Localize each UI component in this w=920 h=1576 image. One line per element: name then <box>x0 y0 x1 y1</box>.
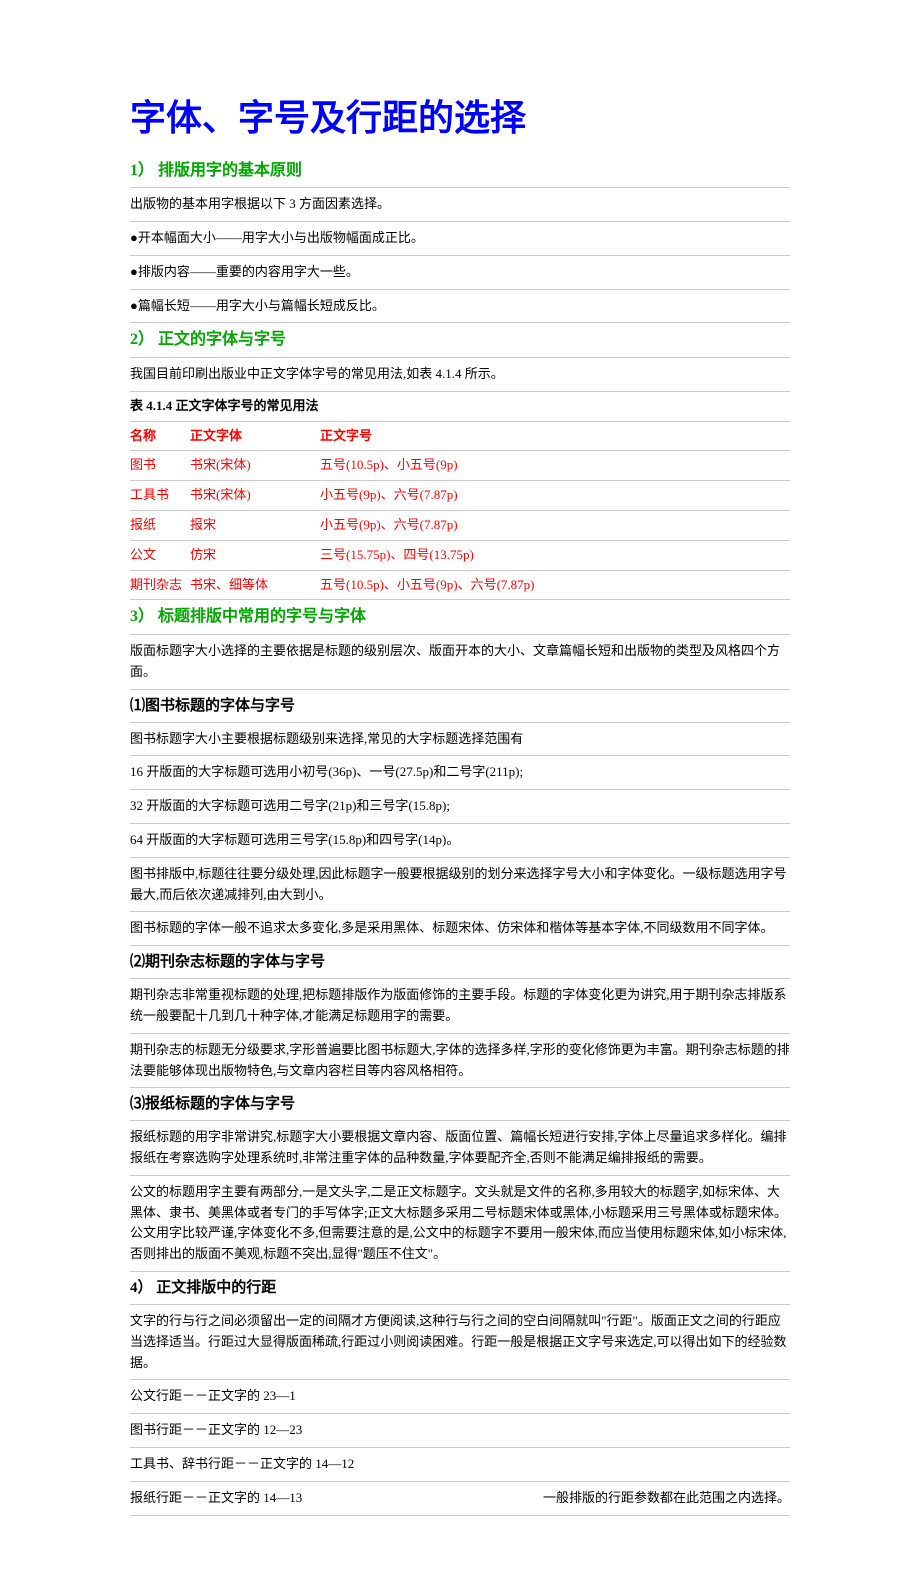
cell-name: 期刊杂志 <box>130 570 190 600</box>
th-font: 正文字体 <box>190 422 320 451</box>
cell-size: 小五号(9p)、六号(7.87p) <box>320 481 790 511</box>
section-1-bullet-3: ●篇幅长短——用字大小与篇幅长短成反比。 <box>130 290 790 324</box>
table-row: 工具书 书宋(宋体) 小五号(9p)、六号(7.87p) <box>130 481 790 511</box>
cell-name: 工具书 <box>130 481 190 511</box>
cell-size: 五号(10.5p)、小五号(9p)、六号(7.87p) <box>320 570 790 600</box>
section-1-bullet-2: ●排版内容——重要的内容用字大一些。 <box>130 256 790 290</box>
para: 图书标题字大小主要根据标题级别来选择,常见的大字标题选择范围有 <box>130 723 790 757</box>
section-4-heading: 4） 正文排版中的行距 <box>130 1272 790 1305</box>
section-3-heading: 3） 标题排版中常用的字号与字体 <box>130 600 790 635</box>
cell-size: 三号(15.75p)、四号(13.75p) <box>320 540 790 570</box>
section-2-heading: 2） 正文的字体与字号 <box>130 323 790 358</box>
para: 32 开版面的大字标题可选用二号字(21p)和三号字(15.8p); <box>130 790 790 824</box>
para: 图书排版中,标题往往要分级处理,因此标题字一般要根据级别的划分来选择字号大小和字… <box>130 858 790 913</box>
last-row: 报纸行距－－正文字的 14—13 一般排版的行距参数都在此范围之内选择。 <box>130 1482 790 1516</box>
section-1-intro: 出版物的基本用字根据以下 3 方面因素选择。 <box>130 188 790 222</box>
table-row: 报纸 报宋 小五号(9p)、六号(7.87p) <box>130 510 790 540</box>
table-caption: 表 4.1.4 正文字体字号的常见用法 <box>130 392 790 422</box>
subsection-3-3-heading: ⑶报纸标题的字体与字号 <box>130 1088 790 1121</box>
para: 报纸标题的用字非常讲究,标题字大小要根据文章内容、版面位置、篇幅长短进行安排,字… <box>130 1121 790 1176</box>
font-size-table: 名称 正文字体 正文字号 图书 书宋(宋体) 五号(10.5p)、小五号(9p)… <box>130 422 790 601</box>
para: 期刊杂志非常重视标题的处理,把标题排版作为版面修饰的主要手段。标题的字体变化更为… <box>130 979 790 1034</box>
para-left: 报纸行距－－正文字的 14—13 <box>130 1488 302 1509</box>
para: 公文行距－－正文字的 23—1 <box>130 1380 790 1414</box>
para: 图书标题的字体一般不追求太多变化,多是采用黑体、标题宋体、仿宋体和楷体等基本字体… <box>130 912 790 946</box>
subsection-3-2-heading: ⑵期刊杂志标题的字体与字号 <box>130 946 790 979</box>
main-title: 字体、字号及行距的选择 <box>130 90 790 148</box>
section-1-heading: 1） 排版用字的基本原则 <box>130 154 790 189</box>
para-right: 一般排版的行距参数都在此范围之内选择。 <box>543 1488 790 1509</box>
para: 工具书、辞书行距－－正文字的 14—12 <box>130 1448 790 1482</box>
table-header-row: 名称 正文字体 正文字号 <box>130 422 790 451</box>
para: 期刊杂志的标题无分级要求,字形普遍要比图书标题大,字体的选择多样,字形的变化修饰… <box>130 1034 790 1089</box>
cell-name: 公文 <box>130 540 190 570</box>
section-2-intro: 我国目前印刷出版业中正文字体字号的常见用法,如表 4.1.4 所示。 <box>130 358 790 392</box>
section-1-bullet-1: ●开本幅面大小——用字大小与出版物幅面成正比。 <box>130 222 790 256</box>
cell-font: 书宋(宋体) <box>190 481 320 511</box>
subsection-3-1-heading: ⑴图书标题的字体与字号 <box>130 690 790 723</box>
para: 公文的标题用字主要有两部分,一是文头字,二是正文标题字。文头就是文件的名称,多用… <box>130 1176 790 1272</box>
cell-font: 报宋 <box>190 510 320 540</box>
table-row: 期刊杂志 书宋、细等体 五号(10.5p)、小五号(9p)、六号(7.87p) <box>130 570 790 600</box>
cell-name: 报纸 <box>130 510 190 540</box>
table-row: 图书 书宋(宋体) 五号(10.5p)、小五号(9p) <box>130 451 790 481</box>
para: 图书行距－－正文字的 12—23 <box>130 1414 790 1448</box>
cell-font: 仿宋 <box>190 540 320 570</box>
th-size: 正文字号 <box>320 422 790 451</box>
cell-name: 图书 <box>130 451 190 481</box>
cell-size: 小五号(9p)、六号(7.87p) <box>320 510 790 540</box>
cell-size: 五号(10.5p)、小五号(9p) <box>320 451 790 481</box>
para: 16 开版面的大字标题可选用小初号(36p)、一号(27.5p)和二号字(211… <box>130 756 790 790</box>
para: 64 开版面的大字标题可选用三号字(15.8p)和四号字(14p)。 <box>130 824 790 858</box>
table-row: 公文 仿宋 三号(15.75p)、四号(13.75p) <box>130 540 790 570</box>
cell-font: 书宋(宋体) <box>190 451 320 481</box>
cell-font: 书宋、细等体 <box>190 570 320 600</box>
section-3-intro: 版面标题字大小选择的主要依据是标题的级别层次、版面开本的大小、文章篇幅长短和出版… <box>130 635 790 690</box>
para: 文字的行与行之间必须留出一定的间隔才方便阅读,这种行与行之间的空白间隔就叫"行距… <box>130 1305 790 1380</box>
document-page: 字体、字号及行距的选择 1） 排版用字的基本原则 出版物的基本用字根据以下 3 … <box>0 0 920 1576</box>
th-name: 名称 <box>130 422 190 451</box>
